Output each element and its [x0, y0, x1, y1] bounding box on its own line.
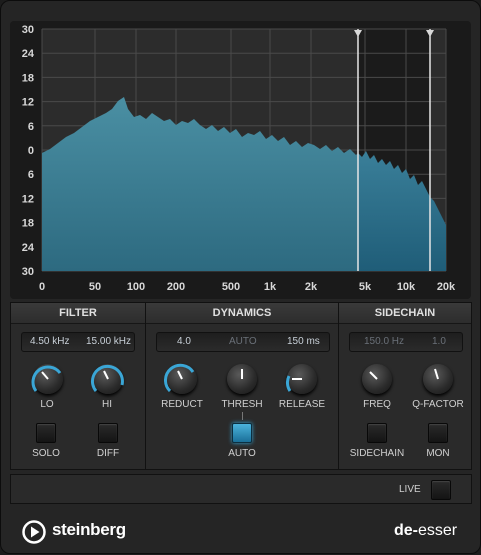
auto-label: AUTO: [228, 448, 256, 459]
x-tick-label: 5k: [359, 281, 372, 293]
dynamics-panel: DYNAMICS 4.0 AUTO 150 ms REDUCT THRESH R…: [145, 302, 339, 470]
freq-label: FREQ: [363, 399, 391, 410]
reduct-value: 4.0: [177, 336, 191, 347]
y-tick-label: 24: [22, 48, 35, 60]
mon-button[interactable]: [428, 423, 448, 443]
x-tick-label: 200: [167, 281, 185, 293]
auto-button[interactable]: [232, 423, 252, 443]
x-tick-label: 1k: [264, 281, 277, 293]
y-tick-label: 18: [22, 218, 34, 230]
freq-value: 150.0 Hz: [364, 336, 405, 347]
x-tick-label: 500: [222, 281, 240, 293]
sidechain-label: SIDECHAIN: [349, 448, 405, 459]
q-knob[interactable]: [423, 364, 453, 394]
thresh-auto-connector: [242, 412, 243, 420]
release-knob[interactable]: [285, 364, 317, 394]
y-tick-label: 0: [28, 145, 34, 157]
freq-knob[interactable]: [362, 364, 392, 394]
y-tick-label: 18: [22, 72, 34, 84]
hi-value: 15.00 kHz: [86, 336, 132, 347]
x-tick-label: 20k: [437, 281, 456, 293]
y-tick-label: 12: [22, 97, 34, 109]
live-label: LIVE: [399, 484, 421, 495]
y-tick-label: 6: [28, 169, 34, 181]
live-button[interactable]: [431, 480, 451, 500]
release-label: RELEASE: [278, 399, 326, 410]
product-suffix: esser: [418, 522, 458, 539]
x-tick-label: 10k: [397, 281, 416, 293]
diff-button[interactable]: [98, 423, 118, 443]
plugin-window: 30 24 18 12 6 0 6 12 18 24 30 0 50 100 200 500 1k 2k 5k 10…: [0, 0, 481, 554]
lo-value: 4.50 kHz: [30, 336, 70, 347]
sidechain-panel: SIDECHAIN 150.0 Hz 1.0 FREQ Q-FACTOR SID…: [338, 302, 472, 470]
thresh-value: AUTO: [229, 336, 257, 347]
brand-name: steinberg: [52, 520, 126, 539]
sidechain-title: SIDECHAIN: [339, 303, 471, 324]
y-tick-label: 24: [22, 242, 35, 254]
mon-label: MON: [426, 448, 450, 459]
hi-label: HI: [102, 399, 112, 410]
x-tick-label: 2k: [305, 281, 318, 293]
solo-label: SOLO: [32, 448, 60, 459]
hi-knob[interactable]: [91, 364, 124, 394]
live-bar: LIVE: [10, 474, 472, 504]
y-tick-label: 30: [22, 24, 34, 36]
x-tick-label: 0: [39, 281, 45, 293]
y-tick-label: 6: [28, 121, 34, 133]
dynamics-title: DYNAMICS: [146, 303, 338, 324]
filter-display[interactable]: 4.50 kHz 15.00 kHz: [21, 332, 135, 352]
reduct-knob[interactable]: [164, 363, 197, 394]
spectrum-graph: 30 24 18 12 6 0 6 12 18 24 30 0 50 100 200 500 1k 2k 5k 10…: [22, 24, 456, 293]
footer: steinberg de-esser: [1, 507, 481, 555]
y-tick-label: 30: [22, 266, 34, 278]
spectrum-display[interactable]: 30 24 18 12 6 0 6 12 18 24 30 0 50 100 200 500 1k 2k 5k 10…: [10, 21, 471, 299]
y-tick-label: 12: [22, 193, 34, 205]
x-tick-label: 100: [127, 281, 145, 293]
lo-knob[interactable]: [31, 364, 63, 394]
sidechain-button[interactable]: [367, 423, 387, 443]
dynamics-display[interactable]: 4.0 AUTO 150 ms: [156, 332, 330, 352]
filter-panel: FILTER 4.50 kHz 15.00 kHz LO HI SOLO DIF…: [10, 302, 146, 470]
q-value: 1.0: [432, 336, 446, 347]
x-tick-label: 50: [89, 281, 101, 293]
sidechain-display[interactable]: 150.0 Hz 1.0: [349, 332, 463, 352]
filter-title: FILTER: [11, 303, 145, 324]
solo-button[interactable]: [36, 423, 56, 443]
product-prefix: de-: [394, 522, 418, 539]
diff-label: DIFF: [96, 448, 120, 459]
q-label: Q-FACTOR: [412, 399, 464, 410]
steinberg-logo-icon: [22, 520, 46, 544]
thresh-knob[interactable]: [227, 364, 257, 394]
product-name: de-esser: [394, 522, 457, 540]
release-value: 150 ms: [287, 336, 320, 347]
